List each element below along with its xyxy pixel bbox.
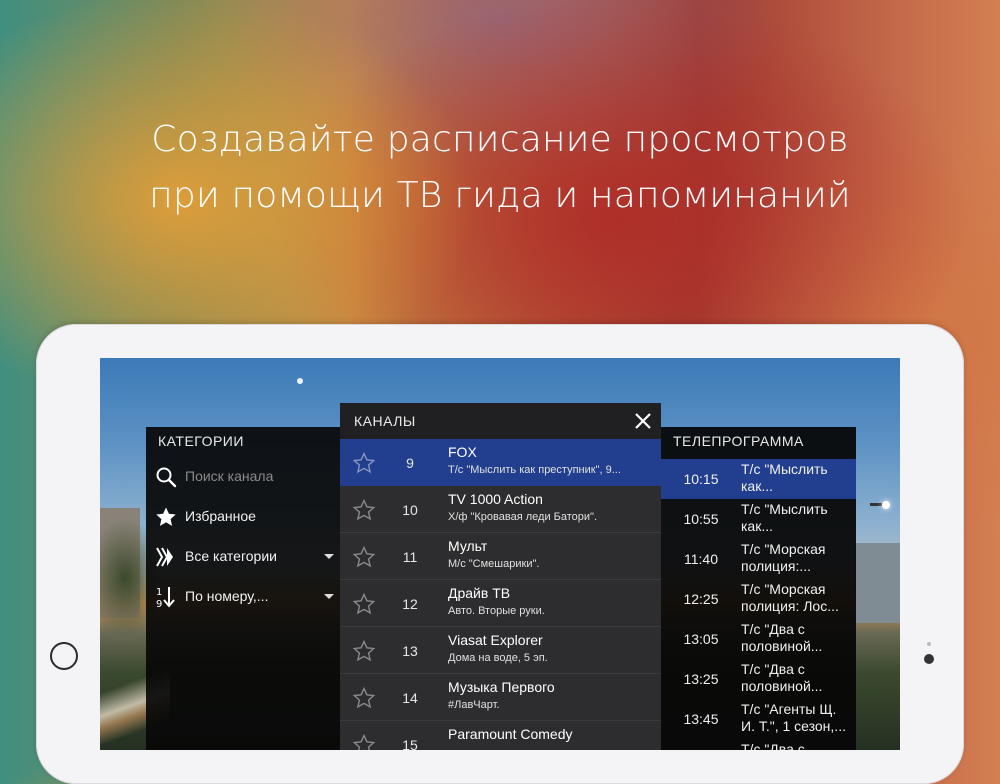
home-button[interactable] [50,642,78,670]
channel-number: 15 [402,737,418,750]
channel-row[interactable]: 12 Драйв ТВ Авто. Вторые руки. [340,580,661,627]
guide-description: Т/с "Два с [741,741,805,750]
chevron-down-icon [324,554,334,559]
star-outline-icon[interactable] [352,592,376,616]
guide-row[interactable]: 13:45 Т/с "Агенты Щ. И. Т.", 1 сезон,... [661,699,856,739]
close-icon[interactable] [631,409,655,433]
channel-search[interactable]: Поиск канала [146,459,346,495]
svg-text:9: 9 [156,599,162,609]
star-outline-icon[interactable] [352,451,376,475]
channel-row[interactable]: 14 Музыка Первого #ЛавЧарт. [340,674,661,721]
channels-header: КАНАЛЫ [340,403,661,439]
categories-title: КАТЕГОРИИ [158,433,244,449]
headline-line-2: при помощи ТВ гида и напоминаний [149,175,851,216]
channels-panel: КАНАЛЫ 9 FOX Т/с "Мыслить как преступник… [340,403,661,750]
channel-number: 10 [402,502,418,518]
guide-time: 13:45 [683,711,719,727]
category-favorites[interactable]: Избранное [146,499,346,535]
channel-number: 12 [402,596,418,612]
channel-program: Т/с "Мыслить как преступник", 9... [448,464,621,476]
tablet-screen: КАТЕГОРИИ Поиск канала Избранное Все кат… [100,358,900,750]
guide-time: 12:25 [683,591,719,607]
guide-row[interactable]: 13:05 Т/с "Два с половиной... [661,619,856,659]
channel-program: Х/ф "Кровавая леди Батори". [448,511,597,523]
guide-row[interactable]: 12:25 Т/с "Морская полиция: Лос... [661,579,856,619]
channels-title: КАНАЛЫ [354,413,416,429]
star-outline-icon[interactable] [352,733,376,750]
guide-time: 10:15 [683,471,719,487]
chevron-down-icon [324,594,334,599]
headline-line-1: Создавайте расписание просмотров [151,119,849,160]
guide-description: Т/с "Морская полиция:... [741,541,826,574]
star-outline-icon[interactable] [352,498,376,522]
sensor [927,642,931,646]
camera-icon [924,654,934,664]
all-categories-label: Все категории [185,548,277,564]
channel-program: М/с "Смешарики". [448,558,540,570]
categories-panel: КАТЕГОРИИ Поиск канала Избранное Все кат… [146,427,346,750]
search-icon [154,465,178,489]
tv-guide-panel: ТЕЛЕПРОГРАММА 10:15 Т/с "Мыслить как... … [661,427,856,750]
guide-time: 10:55 [683,511,719,527]
guide-description: Т/с "Два с половиной... [741,661,823,694]
layers-icon [154,545,178,569]
guide-row[interactable]: 10:55 Т/с "Мыслить как... [661,499,856,539]
channel-name: TV 1000 Action [448,491,543,507]
moon [297,378,303,384]
channel-row[interactable]: 13 Viasat Explorer Дома на воде, 5 эп. [340,627,661,674]
channel-row[interactable]: 10 TV 1000 Action Х/ф "Кровавая леди Бат… [340,486,661,533]
headline: Создавайте расписание просмотров при пом… [0,112,1000,224]
background-house-right [855,543,900,623]
guide-description: Т/с "Мыслить как... [741,501,828,534]
channel-number: 13 [402,643,418,659]
guide-row[interactable]: 10:15 Т/с "Мыслить как... [661,459,856,499]
channel-program: Дома на воде, 5 эп. [448,652,548,664]
guide-time: 11:40 [684,551,718,567]
channel-name: Драйв ТВ [448,585,511,601]
guide-description: Т/с "Два с половиной... [741,621,823,654]
sort-label: По номеру,... [185,588,269,604]
channel-name: Музыка Первого [448,679,555,695]
category-all-dropdown[interactable]: Все категории [146,539,346,575]
channel-number: 9 [406,455,414,471]
guide-row[interactable]: 11:40 Т/с "Морская полиция:... [661,539,856,579]
channel-number: 14 [402,690,418,706]
favorites-label: Избранное [185,508,256,524]
search-input[interactable]: Поиск канала [185,468,273,484]
guide-row[interactable]: Т/с "Два с [661,739,856,750]
channel-name: Viasat Explorer [448,632,543,648]
channel-program: #ЛавЧарт. [448,699,500,711]
star-icon [154,505,178,529]
channel-row[interactable]: 9 FOX Т/с "Мыслить как преступник", 9... [340,439,661,486]
channel-name: FOX [448,444,477,460]
guide-time: 13:05 [683,631,719,647]
channel-name: Paramount Comedy [448,726,573,742]
star-outline-icon[interactable] [352,639,376,663]
guide-time: 13:25 [683,671,719,687]
channel-program: Авто. Вторые руки. [448,605,545,617]
star-outline-icon[interactable] [352,545,376,569]
channel-row[interactable]: 15 Paramount Comedy [340,721,661,750]
tv-guide-title: ТЕЛЕПРОГРАММА [673,433,804,449]
channel-name: Мульт [448,538,488,554]
star-outline-icon[interactable] [352,686,376,710]
sort-number-icon: 19 [154,585,178,610]
channel-row[interactable]: 11 Мульт М/с "Смешарики". [340,533,661,580]
lamp-light [882,501,890,509]
guide-row[interactable]: 13:25 Т/с "Два с половиной... [661,659,856,699]
channel-number: 11 [402,549,418,565]
guide-description: Т/с "Мыслить как... [741,461,828,494]
guide-description: Т/с "Агенты Щ. И. Т.", 1 сезон,... [741,701,846,734]
guide-description: Т/с "Морская полиция: Лос... [741,581,839,614]
svg-text:1: 1 [156,587,162,598]
sort-dropdown[interactable]: 19 По номеру,... [146,579,346,615]
